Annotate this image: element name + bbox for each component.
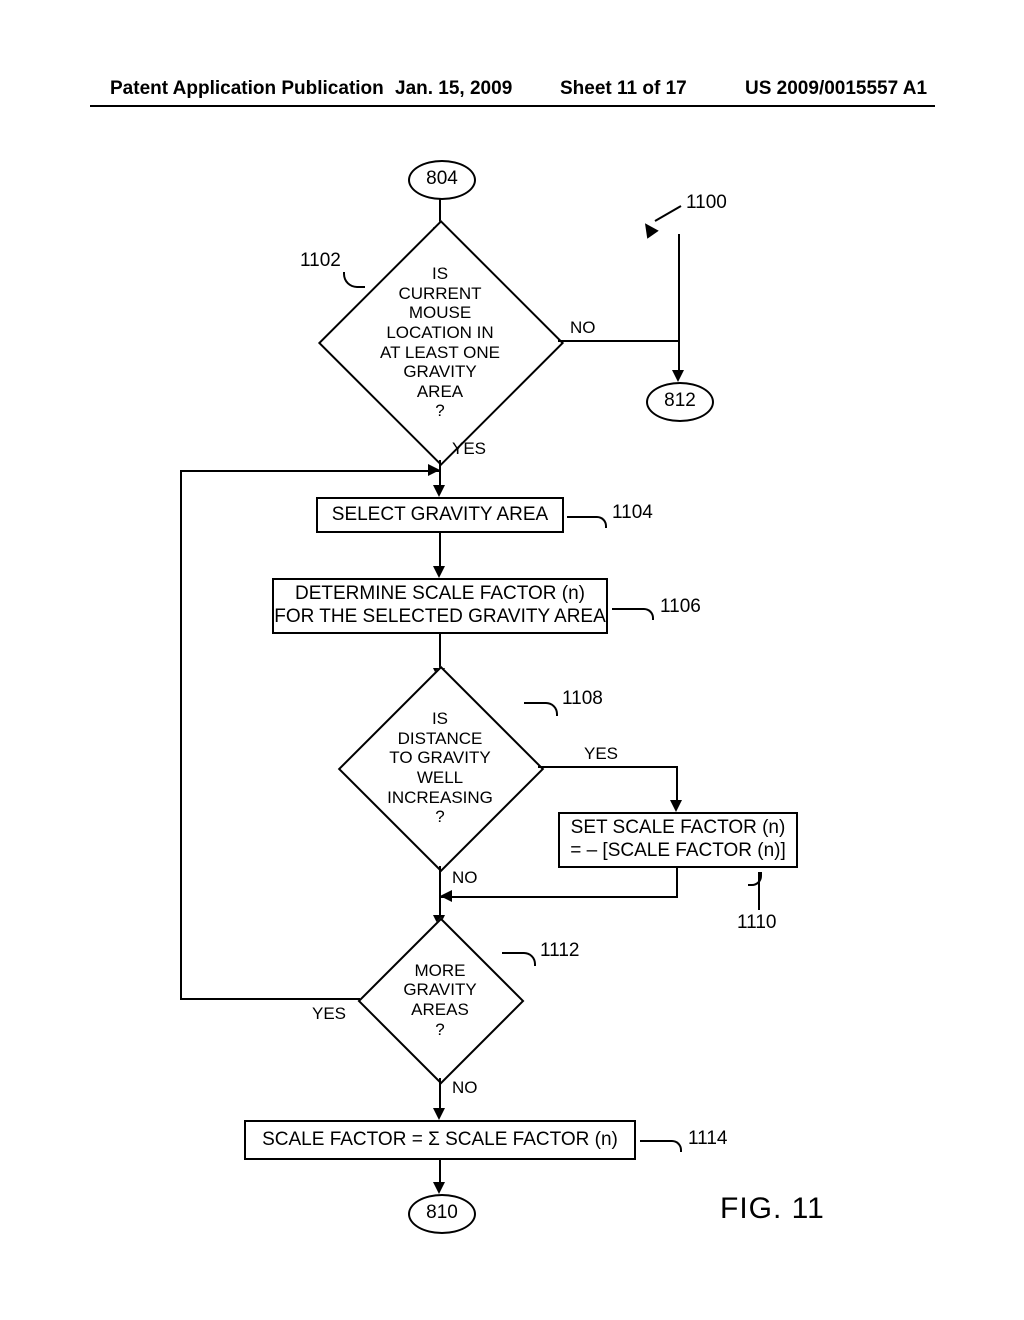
conn-to-812 (678, 340, 680, 372)
ref-1102-lead (343, 272, 365, 288)
conn-1108-yes-v (676, 766, 678, 804)
ref-1114-lead (640, 1140, 682, 1152)
hdr-docnum: US 2009/0015557 A1 (745, 78, 927, 100)
process-1110: SET SCALE FACTOR (n) = – [SCALE FACTOR (… (558, 812, 798, 868)
label-1112-no: NO (452, 1078, 478, 1098)
conn-1110-down (676, 868, 678, 898)
arrow-to-1104 (433, 485, 445, 497)
arrow-to-1106 (433, 566, 445, 578)
ref-1100-lead (655, 205, 682, 222)
arrow-to-1114 (433, 1108, 445, 1120)
ref-1112-label: 1112 (540, 940, 579, 962)
decision-1112-text: MORE GRAVITY AREAS ? (370, 938, 510, 1062)
figure-caption: FIG. 11 (720, 1192, 825, 1226)
ref-1106-label: 1106 (660, 596, 701, 618)
decision-1108-text: IS DISTANCE TO GRAVITY WELL INCREASING ? (360, 683, 520, 853)
ref-1102-label: 1102 (300, 250, 341, 272)
ref-1114-label: 1114 (688, 1128, 727, 1150)
ref-1112-lead (502, 952, 536, 966)
ref-1108-label: 1108 (562, 688, 603, 710)
arrow-to-1110 (670, 800, 682, 812)
terminator-812: 812 (646, 382, 714, 422)
hdr-date: Jan. 15, 2009 (395, 78, 512, 100)
conn-1104-to-1106 (439, 533, 441, 569)
terminator-810: 810 (408, 1194, 476, 1234)
header-rule (90, 105, 935, 107)
process-1106: DETERMINE SCALE FACTOR (n) FOR THE SELEC… (272, 578, 608, 634)
arrow-to-810 (433, 1182, 445, 1194)
arrow-join (428, 464, 440, 476)
ref-1108-lead (524, 702, 558, 716)
hdr-sheet: Sheet 11 of 17 (560, 78, 687, 100)
label-1112-yes: YES (312, 1004, 346, 1024)
ref-1110-label: 1110 (737, 912, 776, 934)
process-1104: SELECT GRAVITY AREA (316, 497, 564, 533)
terminator-804: 804 (408, 160, 476, 200)
ref-1106-lead (612, 608, 654, 620)
label-1102-no: NO (570, 318, 596, 338)
decision-1102-text: IS CURRENT MOUSE LOCATION IN AT LEAST ON… (350, 245, 530, 440)
label-1102-yes: YES (452, 439, 486, 459)
process-1114: SCALE FACTOR = Σ SCALE FACTOR (n) (244, 1120, 636, 1160)
conn-1110-merge-h (441, 896, 678, 898)
conn-1112-no (439, 1078, 441, 1112)
conn-1102-no-v (678, 234, 680, 342)
conn-loop-h-bottom (180, 998, 360, 1000)
conn-loop-v (180, 470, 182, 1000)
patent-figure-page: Patent Application Publication Jan. 15, … (0, 0, 1024, 1320)
arrow-merge-left (440, 890, 452, 902)
conn-1102-no-h (558, 340, 680, 342)
ref-1104-lead (567, 516, 607, 528)
ref-1100-label: 1100 (686, 192, 727, 214)
conn-loop-h-top (180, 470, 410, 472)
hdr-publication: Patent Application Publication (110, 78, 384, 100)
ref-1104-label: 1104 (612, 502, 653, 524)
label-1108-no: NO (452, 868, 478, 888)
ref-1100-arrow (639, 219, 658, 238)
conn-1108-yes-h (538, 766, 678, 768)
label-1108-yes: YES (584, 744, 618, 764)
